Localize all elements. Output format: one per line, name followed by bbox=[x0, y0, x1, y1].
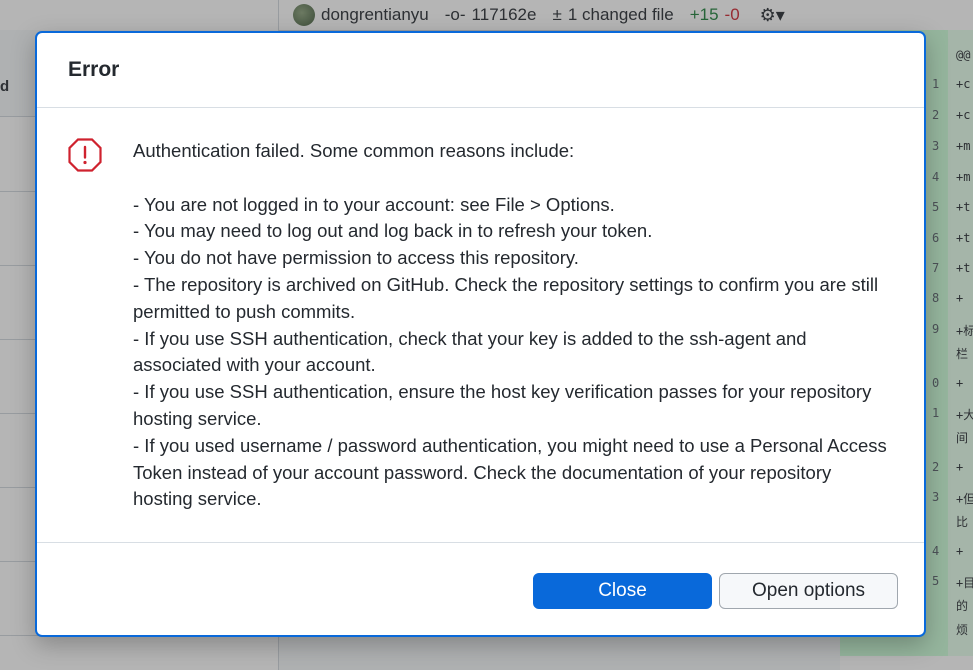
reason-item: - You do not have permission to access t… bbox=[133, 247, 579, 269]
dialog-footer: Close Open options bbox=[37, 543, 924, 637]
dialog-body: Authentication failed. Some common reaso… bbox=[37, 108, 924, 543]
reason-item: - If you use SSH authentication, ensure … bbox=[133, 381, 872, 429]
reason-item: - If you use SSH authentication, check t… bbox=[133, 327, 807, 376]
error-octagon-icon bbox=[68, 138, 102, 172]
reason-item: - If you used username / password authen… bbox=[133, 434, 887, 510]
error-message: Authentication failed. Some common reaso… bbox=[133, 138, 893, 513]
open-options-button[interactable]: Open options bbox=[719, 573, 898, 609]
reason-item: - The repository is archived on GitHub. … bbox=[133, 273, 879, 322]
error-intro: Authentication failed. Some common reaso… bbox=[133, 140, 575, 161]
dialog-header: Error bbox=[37, 33, 924, 108]
close-button[interactable]: Close bbox=[533, 573, 712, 609]
dialog-title: Error bbox=[68, 58, 120, 81]
error-dialog: Error Authentication failed. Some common… bbox=[35, 31, 926, 637]
reason-item: - You may need to log out and log back i… bbox=[133, 220, 653, 242]
reason-item: - You are not logged in to your account:… bbox=[133, 193, 615, 215]
